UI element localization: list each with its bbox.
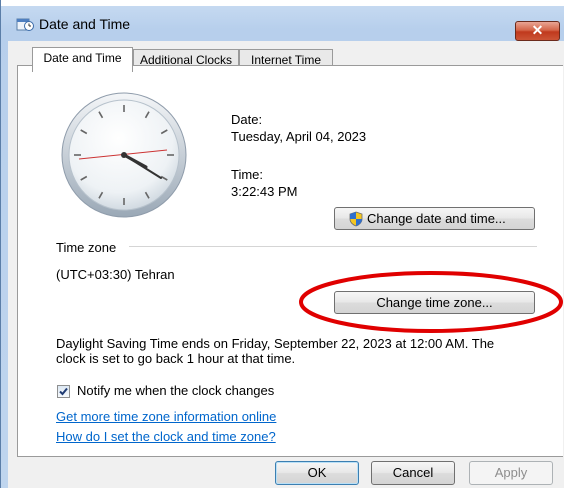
notify-checkbox-label[interactable]: Notify me when the clock changes [77,383,274,398]
change-date-time-label: Change date and time... [367,211,506,226]
apply-button[interactable]: Apply [469,461,553,485]
cancel-button[interactable]: Cancel [371,461,455,485]
time-zone-section-label: Time zone [56,240,117,255]
tab-date-and-time[interactable]: Date and Time [32,47,133,72]
title-bar[interactable]: Date and Time ✕ [1,8,564,41]
desktop-strip [1,0,564,6]
date-value: Tuesday, April 04, 2023 [231,129,367,144]
section-divider [129,246,537,247]
time-label: Time: [231,167,264,182]
more-time-zone-info-link[interactable]: Get more time zone information online [56,409,276,424]
close-button[interactable]: ✕ [515,21,560,41]
tab-label: Date and Time [43,51,122,65]
notify-checkbox[interactable] [57,385,70,398]
calendar-clock-icon [16,18,34,31]
analog-clock [61,92,187,218]
window-title: Date and Time [39,16,131,32]
change-time-zone-button[interactable]: Change time zone... [334,291,535,314]
time-zone-value: (UTC+03:30) Tehran [56,267,175,282]
uac-shield-icon [349,211,363,227]
time-value: 3:22:43 PM [231,184,298,199]
dst-notice-line1: Daylight Saving Time ends on Friday, Sep… [56,336,495,351]
ok-button[interactable]: OK [275,461,359,485]
change-date-time-button[interactable]: Change date and time... [334,207,535,230]
checkmark-icon [59,387,68,396]
date-label: Date: [231,112,263,127]
how-to-set-clock-link[interactable]: How do I set the clock and time zone? [56,429,276,444]
date-time-dialog: Date and Time ✕ Date and Time Additional… [0,0,564,488]
dst-notice-line2: clock is set to go back 1 hour at that t… [56,351,296,366]
